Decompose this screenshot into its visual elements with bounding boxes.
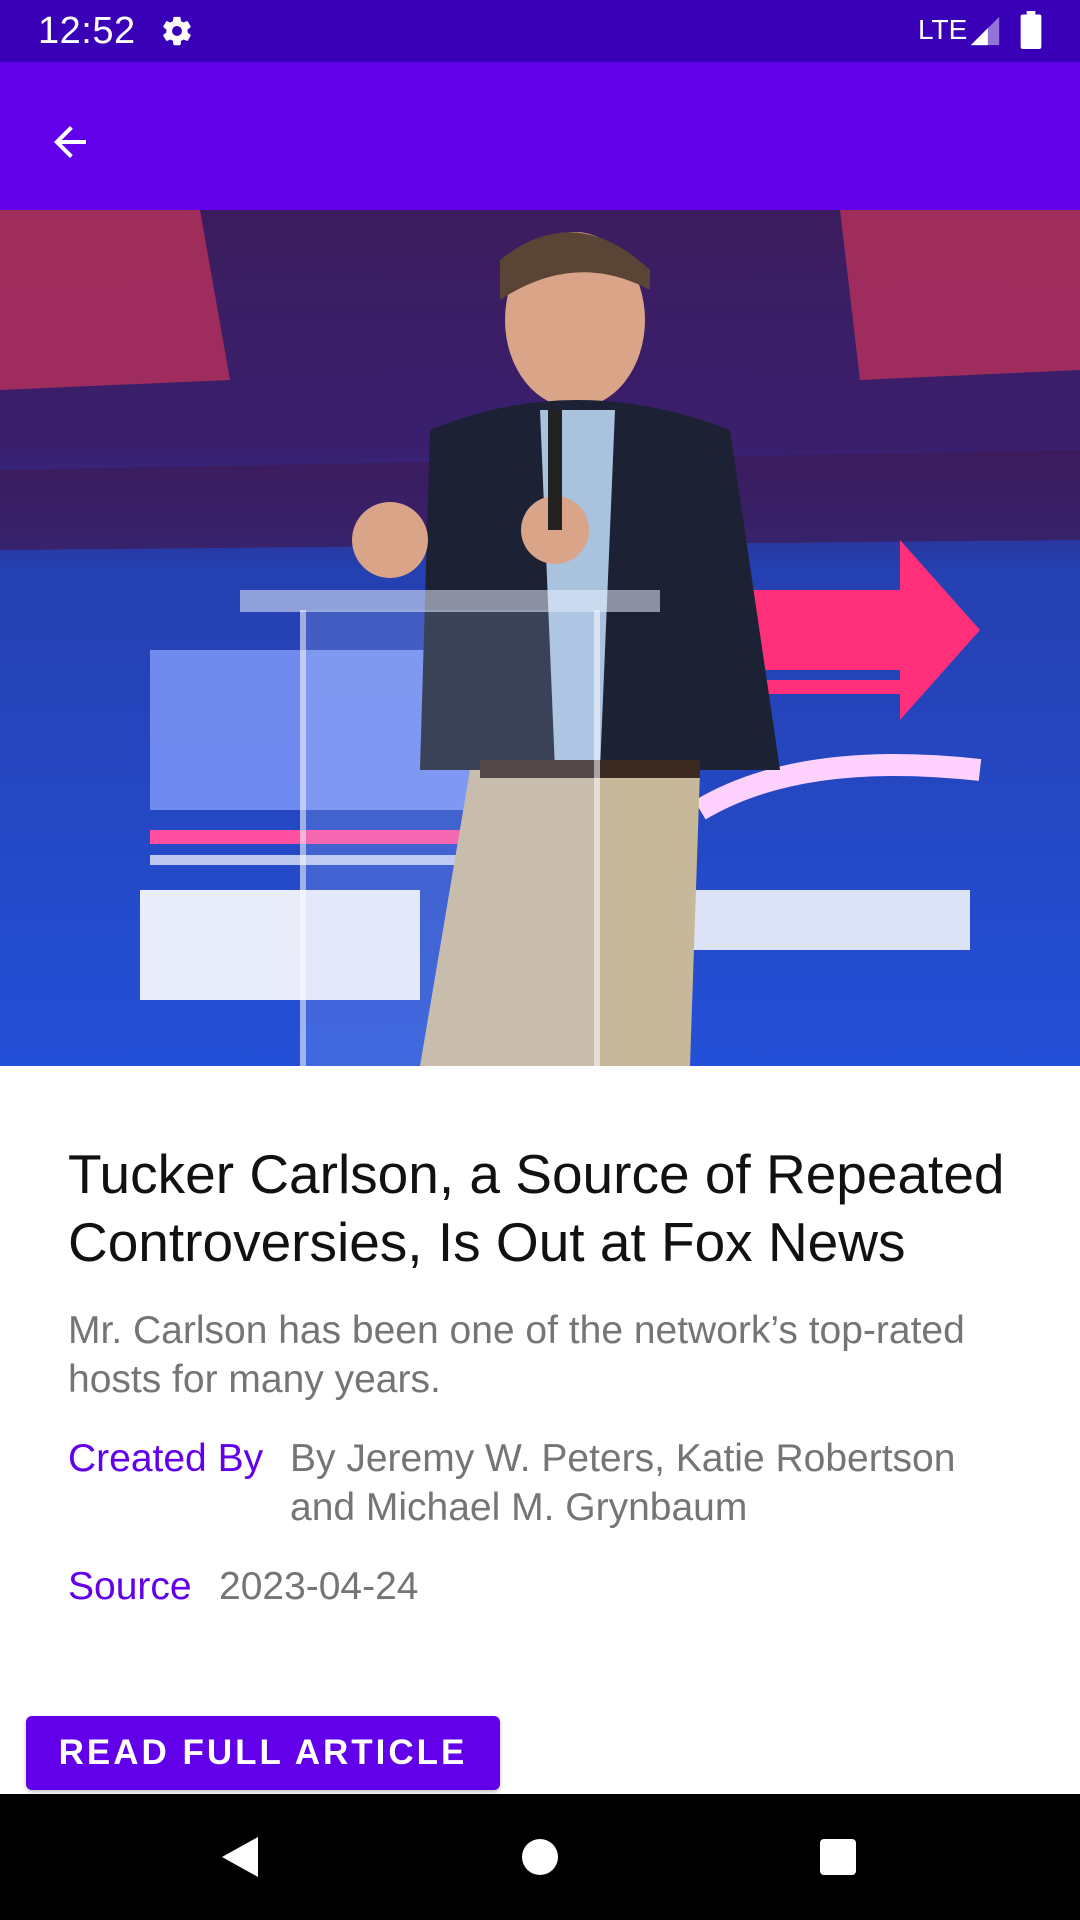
status-time: 12:52 [38,10,136,52]
status-bar: 12:52 LTE [0,0,1080,62]
nav-recents-button[interactable] [808,1827,868,1887]
article-detail-screen: 12:52 LTE Tucker Carlson, a Source of Re… [0,0,1080,1920]
back-triangle-icon [222,1837,258,1877]
home-circle-icon [522,1839,558,1875]
back-button[interactable] [30,102,110,182]
article-description: Mr. Carlson has been one of the network’… [68,1309,965,1401]
signal-icon [970,16,1000,46]
source-value: 2023-04-24 [219,1565,419,1608]
article-content: Tucker Carlson, a Source of Repeated Con… [68,1140,1028,1611]
article-photo [0,210,1080,1066]
nav-back-button[interactable] [210,1827,270,1887]
created-by-value: By Jeremy W. Peters, Katie Robertson and… [290,1437,956,1529]
recents-square-icon [820,1839,856,1875]
nav-home-button[interactable] [510,1827,570,1887]
navigation-bar [0,1794,1080,1920]
network-type-label: LTE [918,14,968,45]
created-by-label: Created By [68,1437,264,1480]
app-bar [0,62,1080,210]
battery-icon [1020,11,1042,49]
created-by-row: Created By By Jeremy W. Peters, Katie Ro… [68,1434,1028,1532]
source-row: Source 2023-04-24 [68,1562,1028,1611]
article-image [0,210,1080,1066]
read-full-article-button[interactable]: READ FULL ARTICLE [26,1716,500,1790]
article-title: Tucker Carlson, a Source of Repeated Con… [68,1143,1005,1273]
settings-gear-icon [163,16,191,46]
arrow-back-icon [54,126,86,158]
source-label: Source [68,1565,192,1608]
